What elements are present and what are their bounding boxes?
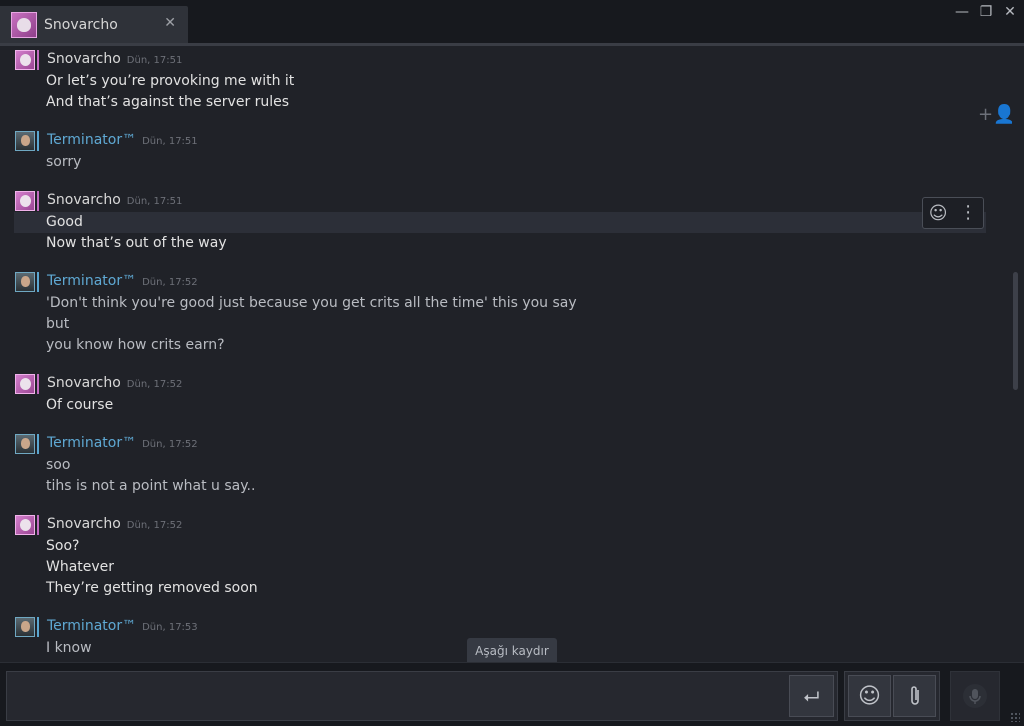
message-line: Whatever <box>46 559 115 575</box>
timestamp: Dün, 17:52 <box>126 520 183 531</box>
message-line: soo <box>46 457 71 473</box>
author-name[interactable]: Terminator™ <box>47 132 136 148</box>
timestamp: Dün, 17:53 <box>142 622 198 633</box>
message-input[interactable] <box>6 671 838 721</box>
more-options-icon[interactable]: ⋮ <box>959 204 977 222</box>
timestamp: Dün, 17:52 <box>126 379 183 390</box>
message-line: you know how crits earn? <box>46 337 225 353</box>
author-name[interactable]: Terminator™ <box>47 435 136 451</box>
message-actions: ☺ ⋮ <box>922 197 984 229</box>
avatar[interactable] <box>15 191 35 211</box>
emoji-icon: ☺ <box>858 683 881 709</box>
add-reaction-icon[interactable]: ☺ <box>929 203 948 224</box>
title-bar: Snovarcho ✕ — ❐ ✕ <box>0 0 1024 46</box>
avatar[interactable] <box>15 131 35 151</box>
avatar[interactable] <box>15 434 35 454</box>
author-line: Snovarcho Dün, 17:52 <box>47 516 182 532</box>
message-line: Of course <box>46 397 114 413</box>
message-line: Or let’s you’re provoking me with it <box>46 73 295 89</box>
author-line: Terminator™ Dün, 17:53 <box>47 618 198 634</box>
avatar-status-bar <box>37 131 39 151</box>
author-line: Snovarcho Dün, 17:51 <box>47 51 182 67</box>
timestamp: Dün, 17:52 <box>142 439 198 450</box>
author-line: Snovarcho Dün, 17:52 <box>47 375 182 391</box>
send-button[interactable]: ⮠ <box>789 675 834 717</box>
composer-tools: ☺ <box>844 671 940 721</box>
timestamp: Dün, 17:52 <box>142 277 198 288</box>
author-name[interactable]: Snovarcho <box>47 192 121 208</box>
message-line: tihs is not a point what u say.. <box>46 478 256 494</box>
author-line: Terminator™ Dün, 17:52 <box>47 273 198 289</box>
microphone-icon <box>963 684 987 708</box>
author-name[interactable]: Snovarcho <box>47 516 121 532</box>
tab-close-icon[interactable]: ✕ <box>164 15 176 31</box>
add-friend-icon[interactable]: +👤 <box>978 104 1012 125</box>
timestamp: Dün, 17:51 <box>126 55 183 66</box>
hovered-message-row <box>14 212 986 233</box>
avatar-status-bar <box>37 617 39 637</box>
window-controls: — ❐ ✕ <box>954 4 1018 20</box>
author-line: Terminator™ Dün, 17:51 <box>47 132 198 148</box>
voice-button[interactable] <box>950 671 1000 721</box>
message-line: sorry <box>46 154 82 170</box>
message-line: 'Don't think you're good just because yo… <box>46 295 577 311</box>
avatar-status-bar <box>37 515 39 535</box>
message-line: And that’s against the server rules <box>46 94 290 110</box>
chat-tab[interactable]: Snovarcho ✕ <box>0 6 188 43</box>
avatar[interactable] <box>15 272 35 292</box>
message-line: Good <box>46 214 83 230</box>
avatar-status-bar <box>37 434 39 454</box>
author-name[interactable]: Terminator™ <box>47 273 136 289</box>
avatar[interactable] <box>15 374 35 394</box>
emoji-button[interactable]: ☺ <box>848 675 891 717</box>
author-name[interactable]: Snovarcho <box>47 51 121 67</box>
avatar-status-bar <box>37 272 39 292</box>
author-line: Terminator™ Dün, 17:52 <box>47 435 198 451</box>
attach-button[interactable] <box>893 675 936 717</box>
avatar[interactable] <box>15 515 35 535</box>
author-name[interactable]: Terminator™ <box>47 618 136 634</box>
composer: ⮠ ☺ <box>0 662 1024 726</box>
send-icon: ⮠ <box>803 684 820 708</box>
message-line: Now that’s out of the way <box>46 235 227 251</box>
avatar-status-bar <box>37 191 39 211</box>
timestamp: Dün, 17:51 <box>142 136 198 147</box>
message-line: They’re getting removed soon <box>46 580 258 596</box>
minimize-icon[interactable]: — <box>954 4 970 20</box>
chat-log[interactable]: +👤 Snovarcho Dün, 17:51 Or let’s you’re p… <box>0 46 1012 662</box>
avatar[interactable] <box>15 50 35 70</box>
avatar-status-bar <box>37 374 39 394</box>
author-line: Snovarcho Dün, 17:51 <box>47 192 182 208</box>
close-window-icon[interactable]: ✕ <box>1002 4 1018 20</box>
author-name[interactable]: Snovarcho <box>47 375 121 391</box>
avatar-status-bar <box>37 50 39 70</box>
message-line: Soo? <box>46 538 80 554</box>
tab-avatar <box>11 11 37 38</box>
paperclip-icon <box>910 686 919 705</box>
restore-icon[interactable]: ❐ <box>978 4 994 20</box>
avatar[interactable] <box>15 617 35 637</box>
timestamp: Dün, 17:51 <box>126 196 183 207</box>
message-line: I know <box>46 640 92 656</box>
chat-scrollbar[interactable] <box>1013 272 1018 390</box>
message-line: but <box>46 316 70 332</box>
resize-grip[interactable] <box>1010 712 1020 722</box>
scroll-down-button[interactable]: Aşağı kaydır <box>467 638 557 664</box>
tab-title: Snovarcho <box>44 16 118 33</box>
